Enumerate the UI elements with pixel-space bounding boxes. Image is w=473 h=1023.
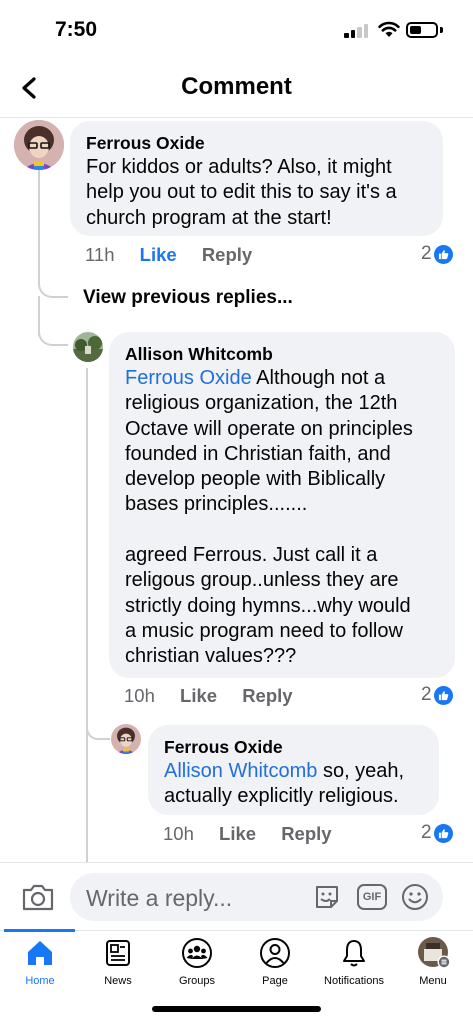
reaction-count[interactable]: 2 [421,684,453,706]
thread-connector [86,720,110,740]
comment-time: 10h [163,823,194,844]
bell-icon [343,940,365,967]
avatar-landscape-icon [73,332,103,362]
comment-text: Ferrous Oxide Although not a religious o… [125,367,413,668]
tab-label: Menu [419,975,447,987]
comment-bubble[interactable]: Ferrous Oxide Allison Whitcomb so, yeah,… [148,725,439,815]
view-previous-replies-link[interactable]: View previous replies... [83,287,293,309]
battery-tip [440,27,443,33]
comment-time: 10h [124,685,155,706]
reaction-count[interactable]: 2 [421,822,453,844]
thread-line [86,368,88,862]
comment-author[interactable]: Ferrous Oxide [86,131,427,155]
tab-label: Notifications [324,975,384,987]
tab-label: Groups [178,975,216,987]
avatar[interactable] [14,120,64,170]
reply-button[interactable]: Reply [242,685,292,707]
comment-text: For kiddos or adults? Also, it might hel… [86,156,397,229]
tab-groups[interactable]: Groups [157,937,237,987]
comment-time: 11h [85,244,115,265]
tab-home[interactable]: Home [0,937,80,987]
home-icon [28,941,52,965]
home-indicator[interactable] [152,1006,321,1012]
news-icon [106,940,130,966]
menu-avatar-icon [418,937,451,969]
comment-meta: 10h Like Reply [163,823,352,845]
groups-icon [182,938,212,968]
cellular-signal-icon [344,24,370,38]
thread-connector [38,320,68,346]
reply-composer: Write a reply... GIF [0,862,473,932]
comment-author[interactable]: Ferrous Oxide [164,735,423,759]
reply-placeholder: Write a reply... [86,885,233,911]
mention-link[interactable]: Ferrous Oxide [125,367,252,389]
tab-label: Home [25,975,55,987]
like-button[interactable]: Like [180,685,217,707]
comment-meta: 11h Like Reply [85,244,272,266]
reaction-count[interactable]: 2 [421,243,453,265]
tab-menu[interactable]: Menu [393,937,473,987]
thread-line [38,168,40,280]
tab-notifications[interactable]: Notifications [314,937,394,987]
tab-page[interactable]: Page [235,937,315,987]
comment-bubble[interactable]: Ferrous Oxide For kiddos or adults? Also… [70,121,443,236]
thumbs-up-icon [433,685,453,705]
battery-icon [406,22,438,38]
avatar-portrait-icon [14,120,64,170]
reply-button[interactable]: Reply [281,823,331,845]
tab-label: News [104,975,132,987]
tab-label: Page [262,975,288,987]
page-icon [260,938,290,968]
page-title: Comment [181,73,292,100]
reply-input[interactable]: Write a reply... GIF [70,873,443,921]
thumbs-up-icon [433,823,453,843]
tab-news[interactable]: News [78,937,158,987]
thumbs-up-icon [433,244,453,264]
comment-text: Allison Whitcomb so, yeah, actually expl… [164,760,405,808]
avatar-portrait-icon [111,724,141,754]
comment-author[interactable]: Allison Whitcomb [125,342,439,366]
comment-meta: 10h Like Reply [124,685,313,707]
header: Comment [0,60,473,118]
active-tab-indicator [4,929,75,932]
like-button[interactable]: Like [219,823,256,845]
camera-icon[interactable] [20,879,56,915]
status-time: 7:50 [55,18,98,41]
status-bar: 7:50 [0,0,473,60]
reply-button[interactable]: Reply [202,244,252,266]
gif-button[interactable]: GIF [357,884,387,910]
emoji-icon[interactable] [400,882,430,912]
avatar[interactable] [111,724,141,754]
sticker-icon[interactable] [312,882,342,912]
comment-bubble[interactable]: Allison Whitcomb Ferrous Oxide Although … [109,332,455,678]
like-button[interactable]: Like [140,244,177,266]
thread-connector [38,280,68,298]
wifi-icon [378,21,400,37]
avatar[interactable] [73,332,103,362]
mention-link[interactable]: Allison Whitcomb [164,760,317,782]
bottom-tab-bar: Home News Groups Page Notifications Menu [0,929,473,995]
